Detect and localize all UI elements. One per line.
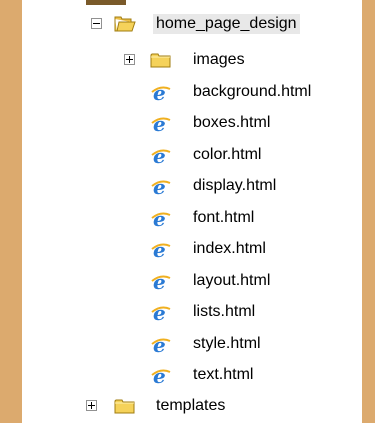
tree-item-templates[interactable]: templates <box>22 392 362 420</box>
tree-item-label: templates <box>156 397 226 414</box>
tree-item-label: style.html <box>193 335 261 352</box>
tree-item-label: text.html <box>193 366 254 383</box>
expand-toggle-icon[interactable] <box>86 400 97 411</box>
tree-item-file[interactable]: e display.html <box>22 172 362 200</box>
ie-html-file-icon: e <box>151 83 171 102</box>
svg-text:e: e <box>153 83 166 102</box>
tree-item-label: background.html <box>193 83 312 100</box>
svg-text:e: e <box>153 272 166 291</box>
tree-item-label: layout.html <box>193 272 271 289</box>
svg-text:e: e <box>153 335 166 354</box>
svg-text:e: e <box>153 146 166 165</box>
tree-item-label: font.html <box>193 209 255 226</box>
tree-item-label: display.html <box>193 177 277 194</box>
tree-item-file[interactable]: e lists.html <box>22 298 362 326</box>
ie-html-file-icon: e <box>151 146 171 165</box>
svg-text:e: e <box>153 209 166 228</box>
tree-item-home-page-design[interactable]: home_page_design <box>22 10 362 38</box>
ie-html-file-icon: e <box>151 209 171 228</box>
ie-html-file-icon: e <box>151 240 171 259</box>
tree-item-images[interactable]: images <box>22 46 362 74</box>
svg-text:e: e <box>153 303 166 322</box>
collapse-toggle-icon[interactable] <box>91 18 102 29</box>
tree-item-file[interactable]: e text.html <box>22 361 362 389</box>
folder-icon <box>114 399 135 414</box>
svg-text:e: e <box>153 366 166 385</box>
tree-item-file[interactable]: e layout.html <box>22 267 362 295</box>
ie-html-file-icon: e <box>151 272 171 291</box>
ie-html-file-icon: e <box>151 335 171 354</box>
tree-item-file[interactable]: e boxes.html <box>22 109 362 137</box>
ie-html-file-icon: e <box>151 177 171 196</box>
folder-open-icon <box>114 16 136 32</box>
tree-item-file[interactable]: e style.html <box>22 330 362 358</box>
ie-html-file-icon: e <box>151 366 171 385</box>
tree-item-label: lists.html <box>193 303 256 320</box>
file-tree-panel: home_page_design images e background.htm… <box>22 0 362 423</box>
svg-text:e: e <box>153 240 166 259</box>
folder-icon <box>150 53 171 68</box>
tree-item-file[interactable]: e background.html <box>22 78 362 106</box>
tree-item-label: boxes.html <box>193 114 271 131</box>
tree-item-label: color.html <box>193 146 262 163</box>
tree-item-label: index.html <box>193 240 266 257</box>
tree-item-file[interactable]: e font.html <box>22 204 362 232</box>
ie-html-file-icon: e <box>151 303 171 322</box>
tree-item-label: home_page_design <box>153 14 300 34</box>
ie-html-file-icon: e <box>151 114 171 133</box>
svg-text:e: e <box>153 114 166 133</box>
tree-item-file[interactable]: e index.html <box>22 235 362 263</box>
tree-item-file[interactable]: e color.html <box>22 141 362 169</box>
svg-text:e: e <box>153 177 166 196</box>
expand-toggle-icon[interactable] <box>124 54 135 65</box>
tree-item-label: images <box>193 51 245 68</box>
partial-folder-icon <box>86 0 126 5</box>
